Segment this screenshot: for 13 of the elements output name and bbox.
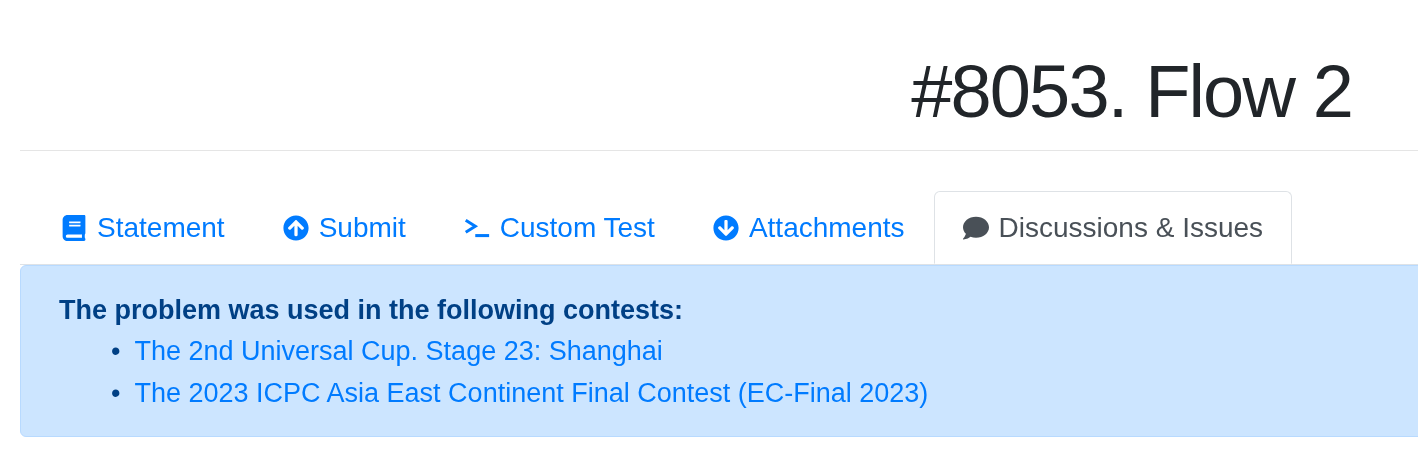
list-bullet: • (111, 377, 121, 410)
tab[interactable]: Attachments (683, 191, 934, 264)
alert-heading: The problem was used in the following contests: (59, 294, 685, 327)
tab[interactable]: Custom Test (434, 191, 684, 264)
tab[interactable]: Submit (253, 191, 435, 264)
comment-icon (962, 214, 989, 241)
contest-link[interactable]: The 2023 ICPC Asia East Continent Final Contest (EC-Final 2023) (134, 372, 929, 414)
tab[interactable]: Discussions & Issues (933, 191, 1293, 264)
book-icon (61, 214, 87, 241)
page-title: #8053. Flow 2 (911, 52, 1352, 132)
tab[interactable]: Statement (32, 191, 254, 264)
list-bullet: • (111, 335, 121, 368)
contest-link[interactable]: The 2nd Universal Cup. Stage 23: Shanghai (134, 330, 663, 372)
